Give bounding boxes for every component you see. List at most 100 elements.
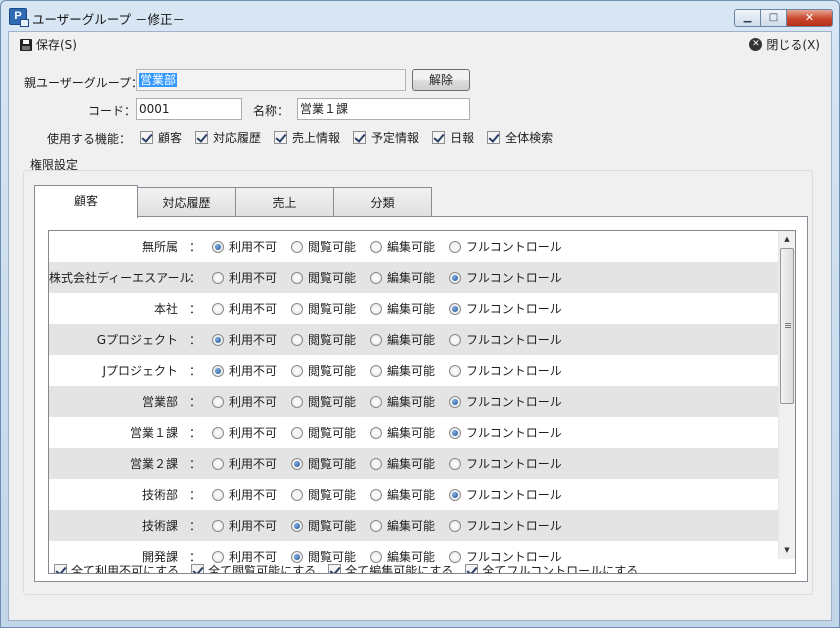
close-button[interactable]: ✕ 閉じる(X) (749, 36, 820, 53)
feature-customer[interactable]: 顧客 (140, 129, 182, 146)
radio-selected-icon (449, 488, 461, 501)
row-group-name: 本社 (153, 302, 178, 316)
option-label: フルコントロール (466, 271, 562, 285)
scroll-down-arrow-icon[interactable]: ▼ (779, 542, 795, 559)
permission-option[interactable]: 編集可能 (370, 486, 449, 503)
set-all-view[interactable]: 全て閲覧可能にする (191, 562, 316, 573)
permission-option[interactable]: 編集可能 (370, 300, 449, 317)
client-area: 保存(S) ✕ 閉じる(X) 親ユーザーグループ： 営業部 解除 コード： 00… (8, 31, 832, 621)
permission-option[interactable]: フルコントロール (449, 424, 579, 441)
radio-icon (370, 519, 382, 532)
vertical-scrollbar[interactable]: ▲ ▼ (778, 231, 795, 559)
set-all-edit[interactable]: 全て編集可能にする (328, 562, 453, 573)
permission-option[interactable]: フルコントロール (449, 269, 579, 286)
permission-option[interactable]: 編集可能 (370, 455, 449, 472)
permission-option[interactable]: 閲覧可能 (291, 300, 370, 317)
feature-history[interactable]: 対応履歴 (195, 129, 261, 146)
option-label: フルコントロール (466, 519, 562, 533)
permission-option[interactable]: フルコントロール (449, 393, 579, 410)
permission-option[interactable]: 閲覧可能 (291, 393, 370, 410)
name-field[interactable]: 営業１課 (297, 98, 470, 120)
radio-selected-icon (449, 271, 461, 284)
permission-option[interactable]: フルコントロール (449, 300, 579, 317)
set-all-full-control[interactable]: 全てフルコントロールにする (465, 562, 638, 573)
scroll-thumb[interactable] (780, 248, 794, 404)
permission-row: 営業２課 ： 利用不可 閲覧可能 編集可能 フルコントロール (49, 448, 779, 479)
feature-schedule[interactable]: 予定情報 (353, 129, 419, 146)
permission-option[interactable]: 編集可能 (370, 362, 449, 379)
permission-option[interactable]: 利用不可 (212, 486, 291, 503)
option-label: 編集可能 (387, 426, 436, 440)
row-colon: ： (188, 302, 201, 316)
title-bar[interactable]: P ユーザーグループ －修正－ ▁ □ ✕ (1, 1, 839, 31)
permission-option[interactable]: 閲覧可能 (291, 269, 370, 286)
permission-option[interactable]: 利用不可 (212, 424, 291, 441)
permission-option[interactable]: 閲覧可能 (291, 517, 370, 534)
maximize-button[interactable]: □ (761, 9, 787, 27)
permission-option[interactable]: 閲覧可能 (291, 362, 370, 379)
minimize-button[interactable]: ▁ (734, 9, 761, 27)
permission-option[interactable]: フルコントロール (449, 486, 579, 503)
permission-option[interactable]: 利用不可 (212, 331, 291, 348)
radio-icon (449, 333, 461, 346)
permission-option[interactable]: 閲覧可能 (291, 238, 370, 255)
permission-option[interactable]: 編集可能 (370, 517, 449, 534)
tab-category[interactable]: 分類 (333, 187, 432, 218)
checkbox-checked-icon (465, 564, 479, 573)
radio-icon (370, 395, 382, 408)
permission-option[interactable]: 利用不可 (212, 517, 291, 534)
save-label: 保存(S) (36, 38, 77, 52)
permission-rows: 無所属：利用不可 閲覧可能 編集可能 フルコントロール 株式会社ディーエスアール：利用不… (49, 231, 779, 572)
option-label: 利用不可 (229, 271, 278, 285)
row-colon: ： (188, 519, 201, 533)
feature-global-search[interactable]: 全体検索 (487, 129, 553, 146)
option-label: 閲覧可能 (308, 302, 357, 316)
permission-option[interactable]: 編集可能 (370, 238, 449, 255)
tab-history[interactable]: 対応履歴 (137, 187, 236, 218)
radio-icon (212, 302, 224, 315)
tab-panel: 無所属：利用不可 閲覧可能 編集可能 フルコントロール 株式会社ディーエスアール：利用不… (34, 216, 808, 582)
permission-option[interactable]: 閲覧可能 (291, 455, 370, 472)
permission-option[interactable]: フルコントロール (449, 362, 579, 379)
permission-option[interactable]: フルコントロール (449, 517, 579, 534)
parent-group-field[interactable]: 営業部 (136, 69, 406, 91)
save-button[interactable]: 保存(S) (20, 36, 77, 53)
permission-option[interactable]: 利用不可 (212, 455, 291, 472)
radio-selected-icon (212, 364, 224, 377)
tab-sales[interactable]: 売上 (235, 187, 334, 218)
clear-button[interactable]: 解除 (412, 69, 470, 91)
tab-customer[interactable]: 顧客 (34, 185, 138, 218)
permission-option[interactable]: 編集可能 (370, 331, 449, 348)
permission-option[interactable]: 閲覧可能 (291, 424, 370, 441)
permission-option[interactable]: 編集可能 (370, 269, 449, 286)
radio-icon (449, 240, 461, 253)
permission-option[interactable]: フルコントロール (449, 238, 579, 255)
feature-sales[interactable]: 売上情報 (274, 129, 340, 146)
radio-icon (291, 426, 303, 439)
checkbox-checked-icon (140, 131, 153, 144)
permission-option[interactable]: フルコントロール (449, 455, 579, 472)
permission-option[interactable]: 利用不可 (212, 269, 291, 286)
code-field[interactable]: 0001 (136, 98, 242, 120)
option-label: フルコントロール (466, 457, 562, 471)
feature-daily-report[interactable]: 日報 (432, 129, 474, 146)
permission-option[interactable]: 利用不可 (212, 238, 291, 255)
permission-row: 営業部 ： 利用不可 閲覧可能 編集可能 フルコントロール (49, 386, 779, 417)
permission-option[interactable]: 編集可能 (370, 424, 449, 441)
permission-option[interactable]: 利用不可 (212, 300, 291, 317)
option-label: 閲覧可能 (308, 364, 357, 378)
close-window-button[interactable]: ✕ (787, 9, 833, 27)
permission-option[interactable]: フルコントロール (449, 331, 579, 348)
radio-icon (449, 457, 461, 470)
set-all-no-access[interactable]: 全て利用不可にする (54, 562, 179, 573)
permission-option[interactable]: 閲覧可能 (291, 486, 370, 503)
scroll-up-arrow-icon[interactable]: ▲ (779, 231, 795, 248)
features-list: 顧客 対応履歴 売上情報 予定情報 日報 全体検索 (140, 129, 553, 146)
permission-option[interactable]: 利用不可 (212, 362, 291, 379)
radio-icon (212, 457, 224, 470)
permission-row: Gプロジェクト ： 利用不可 閲覧可能 編集可能 フルコントロール (49, 324, 779, 355)
permission-option[interactable]: 利用不可 (212, 393, 291, 410)
permission-option[interactable]: 編集可能 (370, 393, 449, 410)
permission-option[interactable]: 閲覧可能 (291, 331, 370, 348)
checkbox-checked-icon (432, 131, 446, 144)
